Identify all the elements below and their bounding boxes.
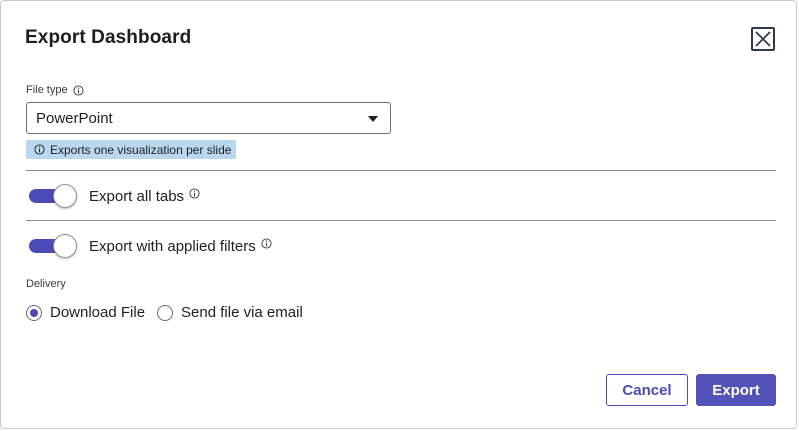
- export-all-tabs-label: Export all tabs: [89, 187, 185, 205]
- close-icon: [755, 31, 771, 47]
- info-icon: [34, 144, 45, 155]
- download-file-label: Download File: [50, 304, 146, 321]
- file-type-select[interactable]: PowerPoint: [26, 102, 391, 134]
- delivery-radio-group: Download File Send file via email: [26, 304, 315, 321]
- file-type-label: File type: [26, 84, 84, 96]
- export-dashboard-dialog: Export Dashboard File type PowerPoint Ex…: [0, 0, 797, 429]
- toggle-row-export-all-tabs: Export all tabs: [29, 184, 200, 208]
- file-type-selected-value: PowerPoint: [36, 110, 113, 127]
- cancel-button[interactable]: Cancel: [606, 374, 688, 406]
- divider: [26, 220, 776, 221]
- send-via-email-radio[interactable]: [157, 304, 174, 321]
- toggle-row-export-with-filters: Export with applied filters: [29, 234, 272, 258]
- file-type-hint: Exports one visualization per slide: [26, 140, 237, 159]
- caret-down-icon: [368, 116, 378, 122]
- radio-option-download-file[interactable]: Download File: [26, 304, 145, 321]
- delivery-label: Delivery: [26, 278, 66, 290]
- close-button[interactable]: [751, 27, 775, 51]
- file-type-label-text: File type: [26, 84, 68, 96]
- toggle-knob: [53, 184, 77, 208]
- toggle-knob: [53, 234, 77, 258]
- dialog-title: Export Dashboard: [25, 27, 192, 48]
- export-with-filters-label: Export with applied filters: [89, 237, 256, 255]
- export-all-tabs-toggle[interactable]: [29, 184, 77, 208]
- info-icon[interactable]: [189, 187, 200, 199]
- divider: [26, 170, 776, 171]
- send-via-email-label: Send file via email: [181, 304, 303, 321]
- info-icon[interactable]: [261, 237, 272, 249]
- file-type-hint-text: Exports one visualization per slide: [50, 142, 232, 157]
- radio-option-send-via-email[interactable]: Send file via email: [157, 304, 303, 321]
- export-with-filters-toggle[interactable]: [29, 234, 77, 258]
- export-button[interactable]: Export: [696, 374, 776, 406]
- info-icon[interactable]: [73, 84, 84, 96]
- download-file-radio[interactable]: [26, 304, 42, 321]
